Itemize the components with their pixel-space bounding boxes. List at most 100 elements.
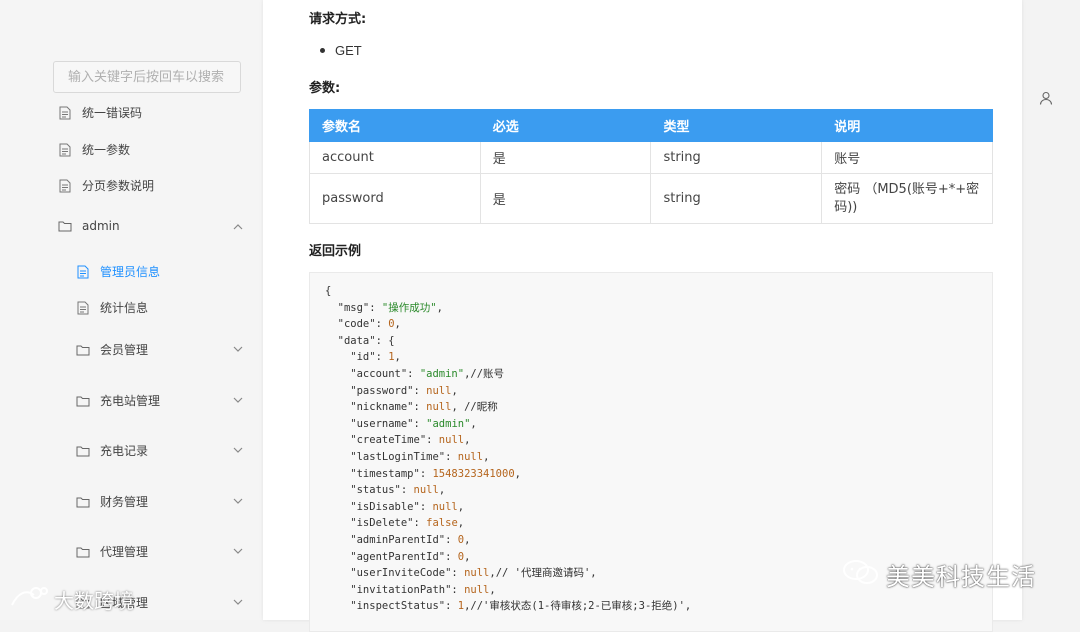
brand-logo-icon — [8, 583, 48, 616]
sidebar-item-label: 统一参数 — [82, 143, 131, 157]
doc-icon — [58, 143, 72, 157]
sidebar: 统一错误码 统一参数 分页参数说明 admin 管理员信息 统计信息 会员管理 … — [0, 0, 263, 620]
code-tail: , — [464, 434, 471, 447]
sidebar-item-label: 会员管理 — [100, 343, 149, 357]
code-value: "admin" — [419, 367, 465, 380]
sidebar-item-agents[interactable]: 代理管理 — [76, 543, 148, 560]
code-tail: , — [436, 301, 443, 314]
table-cell: string — [650, 173, 823, 224]
folder-icon — [58, 219, 72, 233]
user-icon[interactable] — [1039, 91, 1053, 105]
code-value: null — [426, 384, 452, 397]
code-tail: , — [457, 500, 465, 513]
table-cell: 是 — [479, 141, 652, 174]
sidebar-item-finance[interactable]: 财务管理 — [76, 493, 148, 510]
sidebar-item-members[interactable]: 会员管理 — [76, 341, 148, 358]
table-header: 必选 — [479, 109, 652, 142]
chevron-down-icon[interactable] — [232, 444, 244, 456]
folder-icon — [76, 495, 90, 509]
code-value: null — [438, 434, 465, 447]
code-value: null — [464, 567, 490, 580]
sidebar-item-error-codes[interactable]: 统一错误码 — [58, 104, 142, 121]
watermark-text: 大数跨境 — [54, 589, 134, 613]
folder-icon — [76, 394, 90, 408]
wechat-icon — [842, 558, 880, 592]
return-example-heading: 返回示例 — [309, 244, 362, 259]
table-cell: 是 — [479, 173, 652, 224]
sidebar-item-admin-info[interactable]: 管理员信息 — [76, 263, 160, 280]
sidebar-item-label: 充电记录 — [100, 444, 149, 458]
chevron-down-icon[interactable] — [232, 495, 244, 507]
doc-icon — [76, 265, 90, 279]
code-key: "nickname": — [325, 401, 427, 414]
code-key: "adminParentId": — [325, 533, 458, 546]
table-cell: 密码 （MD5(账号+*+密码)) — [821, 173, 993, 224]
sidebar-item-stations[interactable]: 充电站管理 — [76, 392, 160, 409]
code-value: null — [432, 500, 458, 513]
code-key: "timestamp": — [325, 467, 433, 480]
request-method-item: GET — [320, 43, 362, 58]
chevron-up-icon[interactable] — [232, 221, 244, 233]
params-table: 参数名 必选 类型 说明 account 是 string 账号 passwor… — [309, 109, 993, 224]
doc-icon — [58, 106, 72, 120]
code-value: null — [426, 401, 452, 414]
code-key: "isDelete": — [325, 517, 427, 530]
main-content: 请求方式: GET 参数: 参数名 必选 类型 说明 account 是 str… — [263, 0, 1022, 632]
chevron-down-icon[interactable] — [232, 343, 244, 355]
sidebar-item-label: 财务管理 — [100, 495, 149, 509]
search-input[interactable] — [66, 68, 228, 86]
chevron-down-icon[interactable] — [232, 545, 244, 557]
code-key: "invitationPath": — [325, 583, 465, 596]
request-method-heading: 请求方式: — [309, 12, 367, 27]
code-tail: ,//账号 — [464, 367, 505, 380]
code-key: "account": — [325, 367, 420, 380]
sidebar-item-label: 管理员信息 — [100, 265, 161, 279]
watermark-right: 美美科技生活 — [842, 557, 1036, 592]
folder-icon — [76, 545, 90, 559]
table-header-row: 参数名 必选 类型 说明 — [309, 109, 993, 142]
code-tail: ,// '代理商邀请码', — [489, 567, 597, 580]
sidebar-item-admin[interactable]: admin — [58, 219, 120, 233]
code-key: "status": — [325, 484, 414, 497]
table-row: password 是 string 密码 （MD5(账号+*+密码)) — [309, 173, 993, 224]
sidebar-item-common-params[interactable]: 统一参数 — [58, 141, 130, 158]
code-value: false — [426, 517, 458, 530]
code-tail: , — [470, 417, 477, 430]
code-tail: , //昵称 — [451, 401, 498, 414]
chevron-down-icon[interactable] — [232, 394, 244, 406]
doc-icon — [76, 301, 90, 315]
sidebar-item-label: 分页参数说明 — [82, 179, 155, 193]
table-cell: string — [650, 141, 823, 174]
sidebar-item-pagination[interactable]: 分页参数说明 — [58, 177, 154, 194]
folder-icon — [76, 444, 90, 458]
code-tail: , — [514, 467, 521, 480]
code-tail: , — [451, 384, 458, 397]
code-key: "createTime": — [325, 434, 439, 447]
code-tail: ,//'审核状态(1-待审核;2-已审核;3-拒绝)', — [464, 600, 692, 613]
table-row: account 是 string 账号 — [309, 141, 993, 174]
table-header: 类型 — [650, 109, 823, 142]
code-value: null — [457, 450, 484, 463]
code-tail: , — [394, 351, 401, 364]
watermark-text: 美美科技生活 — [886, 563, 1036, 591]
folder-icon — [76, 343, 90, 357]
code-tail: , — [438, 484, 446, 497]
table-cell: 账号 — [821, 141, 993, 174]
code-value: "操作成功" — [381, 301, 437, 314]
table-header: 参数名 — [309, 109, 481, 142]
code-key: "code": — [325, 318, 389, 331]
code-key: "isDisable": — [325, 500, 433, 513]
code-key: "id": — [325, 351, 389, 364]
sidebar-item-label: 充电站管理 — [100, 394, 161, 408]
code-value: null — [413, 484, 439, 497]
code-key: "lastLoginTime": — [325, 450, 458, 463]
sidebar-item-label: 代理管理 — [100, 545, 149, 559]
sidebar-item-charge-records[interactable]: 充电记录 — [76, 442, 148, 459]
code-tail: , — [464, 550, 471, 563]
request-method-value: GET — [335, 43, 362, 58]
chevron-down-icon[interactable] — [232, 596, 244, 608]
search-box[interactable] — [53, 61, 241, 93]
sidebar-item-statistics[interactable]: 统计信息 — [76, 299, 148, 316]
doc-icon — [58, 179, 72, 193]
params-heading: 参数: — [309, 81, 341, 96]
